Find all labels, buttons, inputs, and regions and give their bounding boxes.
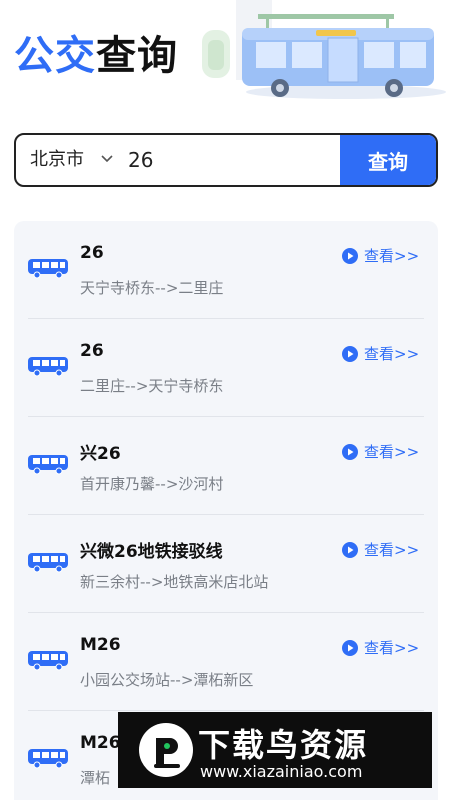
play-circle-icon: [342, 541, 358, 558]
route-name: 26: [80, 243, 104, 263]
view-label: 查看>>: [364, 639, 420, 657]
chevron-down-icon[interactable]: [101, 153, 113, 165]
route-direction: 新三余村-->地铁高米店北站: [80, 573, 269, 591]
view-label: 查看>>: [364, 443, 420, 461]
search-input[interactable]: [128, 135, 338, 185]
search-button[interactable]: 查询: [340, 135, 436, 185]
bird-logo-icon: [139, 723, 193, 777]
bus-icon: [28, 651, 68, 671]
view-button[interactable]: 查看>>: [342, 637, 419, 658]
view-button[interactable]: 查看>>: [342, 441, 419, 462]
route-name: M26: [80, 733, 121, 753]
play-circle-icon: [342, 639, 358, 656]
bus-icon: [28, 357, 68, 377]
route-direction: 首开康乃馨-->沙河村: [80, 475, 224, 493]
list-item[interactable]: 26 二里庄-->天宁寺桥东 查看>>: [14, 319, 438, 417]
watermark-title: 下载鸟资源: [198, 726, 369, 764]
route-name: 兴微26地铁接驳线: [80, 542, 223, 562]
search-bar: 北京市 查询: [14, 133, 438, 187]
play-circle-icon: [342, 247, 358, 264]
route-name: 兴26: [80, 444, 121, 464]
view-button[interactable]: 查看>>: [342, 539, 419, 560]
view-label: 查看>>: [364, 247, 420, 265]
bus-icon: [28, 553, 68, 573]
play-circle-icon: [342, 443, 358, 460]
route-direction: 天宁寺桥东-->二里庄: [80, 279, 224, 297]
city-selector[interactable]: 北京市: [30, 135, 84, 185]
view-button[interactable]: 查看>>: [342, 343, 419, 364]
bus-icon: [28, 749, 68, 769]
route-name: 26: [80, 341, 104, 361]
list-item[interactable]: M26 小园公交场站-->潭柘新区 查看>>: [14, 613, 438, 711]
list-item[interactable]: 兴微26地铁接驳线 新三余村-->地铁高米店北站 查看>>: [14, 515, 438, 613]
view-label: 查看>>: [364, 345, 420, 363]
view-label: 查看>>: [364, 541, 420, 559]
bus-icon: [28, 259, 68, 279]
page-title-part1: 公交: [14, 33, 96, 79]
watermark: 下载鸟资源 www.xiazainiao.com: [118, 712, 432, 788]
route-name: M26: [80, 635, 121, 655]
list-item[interactable]: 26 天宁寺桥东-->二里庄 查看>>: [14, 221, 438, 319]
route-direction: 潭柘: [80, 769, 111, 787]
route-direction: 二里庄-->天宁寺桥东: [80, 377, 224, 395]
bus-illustration-icon: [196, 0, 450, 104]
header: 公交查询: [0, 0, 450, 110]
route-direction: 小园公交场站-->潭柘新区: [80, 671, 254, 689]
list-item[interactable]: 兴26 首开康乃馨-->沙河村 查看>>: [14, 417, 438, 515]
page-title: 公交查询: [14, 36, 178, 76]
play-circle-icon: [342, 345, 358, 362]
watermark-url: www.xiazainiao.com: [200, 762, 363, 781]
bus-icon: [28, 455, 68, 475]
view-button[interactable]: 查看>>: [342, 245, 419, 266]
page-title-part2: 查询: [96, 33, 178, 79]
